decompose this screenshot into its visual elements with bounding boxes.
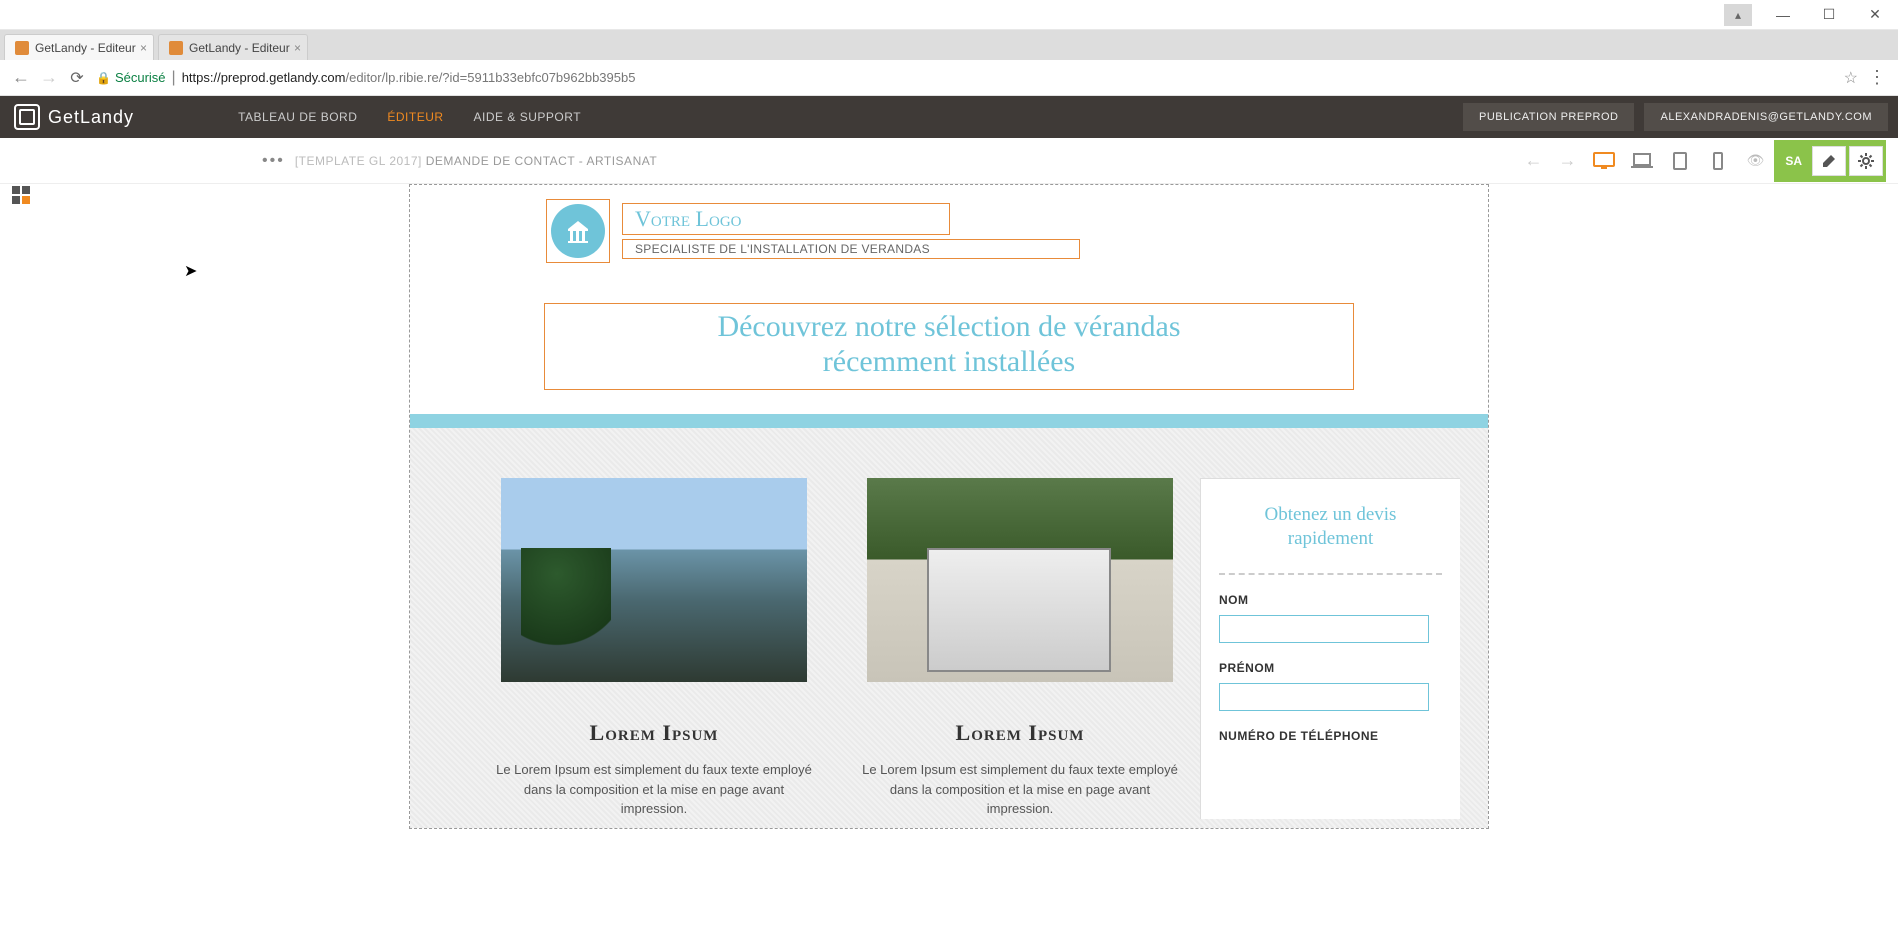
logo-text: GetLandy xyxy=(48,107,134,128)
browser-toolbar: ← → ⟳ 🔒 Sécurisé | https://preprod.getla… xyxy=(0,60,1898,96)
desktop-view-button[interactable] xyxy=(1589,146,1619,176)
more-icon[interactable]: ••• xyxy=(262,152,285,170)
user-icon[interactable]: ▴ xyxy=(1724,4,1752,26)
form-title-l1: Obtenez un devis xyxy=(1219,503,1442,527)
hero-headline-l1: Découvrez notre sélection de vérandas xyxy=(545,310,1353,345)
back-button[interactable]: ← xyxy=(8,65,34,91)
window-maximize[interactable]: ☐ xyxy=(1806,0,1852,30)
hero-section[interactable]: Votre Logo SPECIALISTE DE L'INSTALLATION… xyxy=(410,185,1488,428)
main-nav: TABLEAU DE BORD ÉDITEUR AIDE & SUPPORT xyxy=(238,110,581,124)
editor-toolbar: ••• [TEMPLATE GL 2017] DEMANDE DE CONTAC… xyxy=(0,138,1898,184)
publish-button[interactable]: PUBLICATION PREPROD xyxy=(1463,103,1635,131)
card-title[interactable]: Lorem Ipsum xyxy=(474,720,834,746)
doc-name: DEMANDE DE CONTACT - ARTISANAT xyxy=(426,154,657,168)
mobile-view-button[interactable] xyxy=(1703,146,1733,176)
label-nom: NOM xyxy=(1219,593,1442,607)
document-title[interactable]: [TEMPLATE GL 2017] DEMANDE DE CONTACT - … xyxy=(295,154,657,168)
label-tel: NUMÉRO DE TÉLÉPHONE xyxy=(1219,729,1442,743)
secure-label: Sécurisé xyxy=(115,70,166,85)
separator: | xyxy=(172,69,176,87)
brand-title[interactable]: Votre Logo xyxy=(622,203,950,235)
window-minimize[interactable]: — xyxy=(1760,0,1806,30)
tab-title: GetLandy - Editeur xyxy=(35,41,136,55)
reload-button[interactable]: ⟳ xyxy=(64,68,90,88)
veranda-image-1[interactable] xyxy=(867,478,1173,682)
close-icon[interactable]: × xyxy=(140,41,147,55)
building-icon xyxy=(551,204,605,258)
card-0[interactable]: Lorem Ipsum Le Lorem Ipsum est simplemen… xyxy=(474,478,834,819)
tab-title: GetLandy - Editeur xyxy=(189,41,290,55)
logo-mark-icon xyxy=(14,104,40,130)
settings-button[interactable] xyxy=(1849,146,1883,176)
browser-tab-1[interactable]: GetLandy - Editeur × xyxy=(158,34,308,60)
dashed-separator xyxy=(1219,573,1442,575)
window-close[interactable]: ✕ xyxy=(1852,0,1898,30)
editor-canvas[interactable]: Votre Logo SPECIALISTE DE L'INSTALLATION… xyxy=(0,184,1898,933)
tablet-view-button[interactable] xyxy=(1665,146,1695,176)
form-title-l2: rapidement xyxy=(1219,527,1442,551)
edit-mode-button[interactable] xyxy=(1812,146,1846,176)
hero-headline-box[interactable]: Découvrez notre sélection de vérandas ré… xyxy=(544,303,1354,390)
card-body[interactable]: Le Lorem Ipsum est simplement du faux te… xyxy=(840,760,1200,819)
quote-form[interactable]: Obtenez un devis rapidement NOM PRÉNOM N… xyxy=(1200,478,1460,819)
nav-editor[interactable]: ÉDITEUR xyxy=(387,110,443,124)
browser-tabstrip: GetLandy - Editeur × GetLandy - Editeur … xyxy=(0,30,1898,60)
redo-button[interactable]: → xyxy=(1559,150,1577,171)
save-group: SA xyxy=(1774,140,1886,182)
input-prenom[interactable] xyxy=(1219,683,1429,711)
url-host[interactable]: https://preprod.getlandy.com xyxy=(182,70,346,85)
header-right: PUBLICATION PREPROD ALEXANDRADENIS@GETLA… xyxy=(1463,103,1898,131)
bookmark-icon[interactable]: ☆ xyxy=(1844,68,1858,88)
card-1[interactable]: Lorem Ipsum Le Lorem Ipsum est simplemen… xyxy=(840,478,1200,819)
hero-divider xyxy=(410,414,1488,428)
hero-headline-l2: récemment installées xyxy=(545,345,1353,380)
save-button[interactable]: SA xyxy=(1777,143,1810,179)
nav-help[interactable]: AIDE & SUPPORT xyxy=(474,110,581,124)
app-logo[interactable]: GetLandy xyxy=(0,104,148,130)
card-title[interactable]: Lorem Ipsum xyxy=(840,720,1200,746)
doc-prefix: [TEMPLATE GL 2017] xyxy=(295,154,426,168)
user-menu[interactable]: ALEXANDRADENIS@GETLANDY.COM xyxy=(1644,103,1888,131)
brand-row: Votre Logo SPECIALISTE DE L'INSTALLATION… xyxy=(410,199,1488,263)
body-section[interactable]: Lorem Ipsum Le Lorem Ipsum est simplemen… xyxy=(410,428,1488,828)
app-header: GetLandy TABLEAU DE BORD ÉDITEUR AIDE & … xyxy=(0,96,1898,138)
card-body[interactable]: Le Lorem Ipsum est simplement du faux te… xyxy=(474,760,834,819)
input-nom[interactable] xyxy=(1219,615,1429,643)
preview-button[interactable]: 👁 xyxy=(1747,152,1765,169)
favicon-icon xyxy=(169,41,183,55)
close-icon[interactable]: × xyxy=(294,41,301,55)
browser-tab-0[interactable]: GetLandy - Editeur × xyxy=(4,34,154,60)
logo-placeholder[interactable] xyxy=(546,199,610,263)
laptop-view-button[interactable] xyxy=(1627,146,1657,176)
undo-button[interactable]: ← xyxy=(1525,150,1543,171)
lock-icon: 🔒 xyxy=(96,71,111,85)
nav-dashboard[interactable]: TABLEAU DE BORD xyxy=(238,110,357,124)
label-prenom: PRÉNOM xyxy=(1219,661,1442,675)
menu-icon[interactable]: ⋮ xyxy=(1868,67,1886,88)
url-path[interactable]: /editor/lp.ribie.re/?id=5911b33ebfc07b96… xyxy=(345,70,635,85)
favicon-icon xyxy=(15,41,29,55)
forward-button[interactable]: → xyxy=(36,65,62,91)
veranda-image-0[interactable] xyxy=(501,478,807,682)
page-frame[interactable]: Votre Logo SPECIALISTE DE L'INSTALLATION… xyxy=(409,184,1489,829)
window-titlebar: ▴ — ☐ ✕ xyxy=(0,0,1898,30)
brand-subtitle[interactable]: SPECIALISTE DE L'INSTALLATION DE VERANDA… xyxy=(622,239,1080,259)
